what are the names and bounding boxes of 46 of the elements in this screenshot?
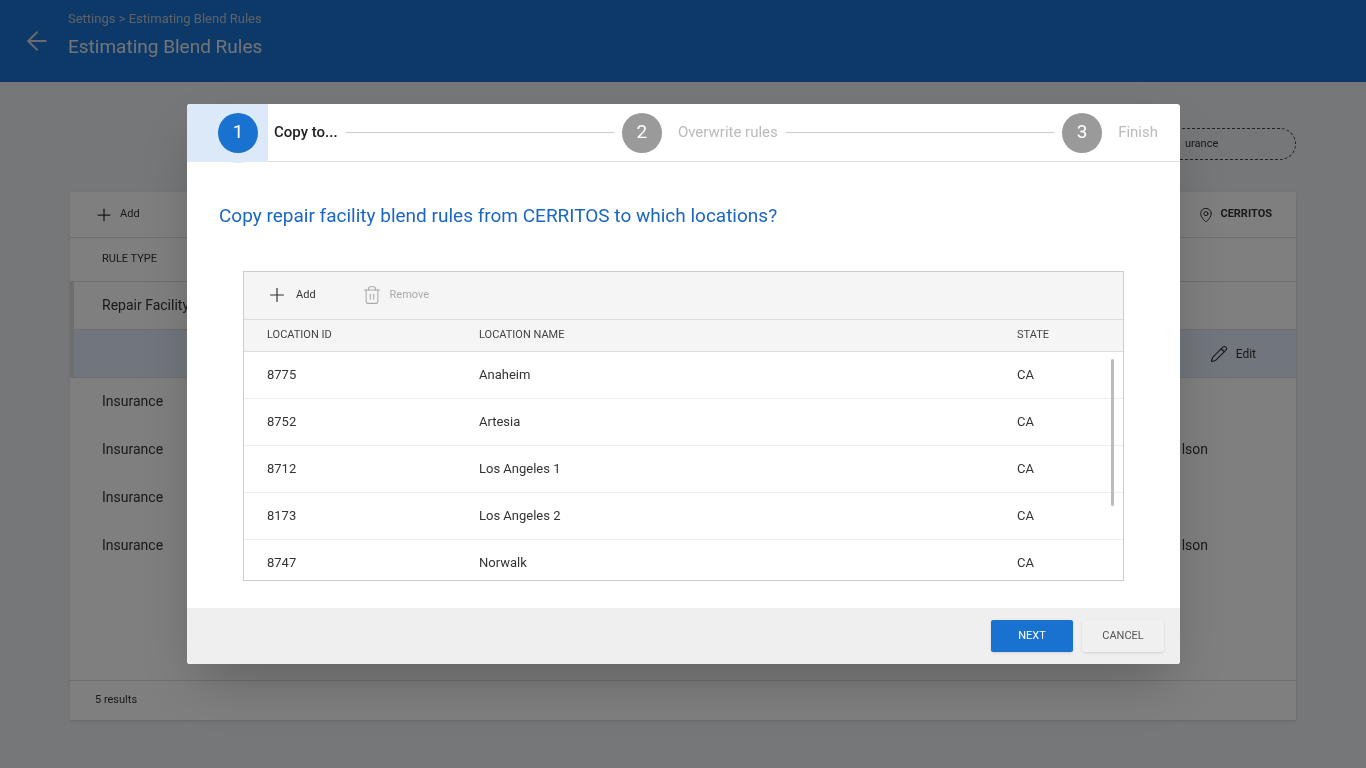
table-cell-text: Norwalk bbox=[479, 553, 528, 572]
table-cell-text: Artesia bbox=[479, 412, 522, 431]
table-cell-text: Insurance bbox=[102, 440, 164, 459]
pencil-icon bbox=[1209, 344, 1228, 363]
table-row[interactable]: 8173 Los Angeles 2 CA bbox=[244, 492, 1123, 540]
table-cell-text: lson bbox=[1181, 536, 1208, 555]
column-header: LOCATION NAME bbox=[479, 326, 566, 343]
step-label: Overwrite rules bbox=[677, 122, 778, 144]
table-cell-text: Repair Facility bbox=[102, 296, 189, 315]
table-cell-text: lson bbox=[1181, 440, 1208, 459]
table-cell-text: CA bbox=[1017, 506, 1035, 525]
table-cell-text: 8173 bbox=[267, 506, 298, 525]
next-button[interactable]: NEXT bbox=[991, 620, 1073, 652]
table-cell-text: 8752 bbox=[267, 412, 298, 431]
step-label: Copy to... bbox=[274, 122, 338, 144]
step-number: 2 bbox=[621, 112, 662, 153]
edit-button[interactable]: Edit bbox=[1209, 344, 1256, 363]
table-cell-text: Insurance bbox=[102, 488, 164, 507]
column-header: STATE bbox=[1017, 326, 1050, 343]
page-title: Estimating Blend Rules bbox=[68, 33, 263, 60]
table-cell-text: Los Angeles 1 bbox=[479, 459, 562, 478]
breadcrumb: Settings > Estimating Blend Rules bbox=[68, 10, 263, 28]
table-cell-text: Los Angeles 2 bbox=[479, 506, 562, 525]
table-cell-text: CA bbox=[1017, 412, 1035, 431]
column-header: RULE TYPE bbox=[102, 251, 158, 268]
table-cell-text: Insurance bbox=[102, 392, 164, 411]
table-cell-text: CA bbox=[1017, 365, 1035, 384]
table-cell-text: Insurance bbox=[102, 536, 164, 555]
location-selector[interactable]: CERRITOS bbox=[1198, 206, 1272, 223]
cancel-button[interactable]: CANCEL bbox=[1082, 620, 1164, 652]
trash-icon bbox=[361, 285, 382, 305]
table-cell-text: 8775 bbox=[267, 365, 298, 384]
results-count: 5 results bbox=[95, 692, 138, 709]
table-cell-text: Anaheim bbox=[479, 365, 532, 384]
location-pin-icon bbox=[1198, 206, 1215, 223]
table-row[interactable]: 8747 Norwalk CA bbox=[244, 539, 1123, 580]
add-button[interactable]: Add bbox=[266, 284, 316, 306]
table-cell-text: CA bbox=[1017, 553, 1035, 572]
add-button[interactable]: Add bbox=[94, 204, 140, 225]
table-cell-text: 8712 bbox=[267, 459, 298, 478]
table-cell-text: 8747 bbox=[267, 553, 298, 572]
step-number: 3 bbox=[1062, 112, 1103, 153]
table-cell-text: CA bbox=[1017, 459, 1035, 478]
dialog-question: Copy repair facility blend rules from CERRITOS to which locations? bbox=[219, 203, 779, 229]
scrollbar[interactable] bbox=[1111, 358, 1114, 506]
column-header: LOCATION ID bbox=[267, 326, 333, 343]
